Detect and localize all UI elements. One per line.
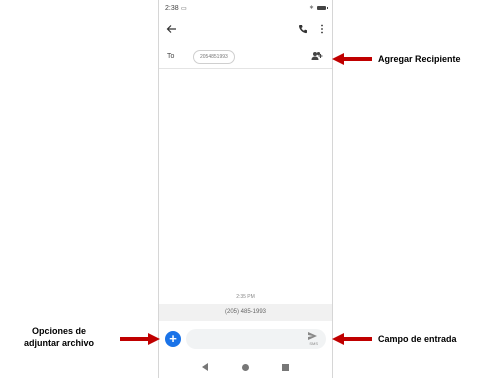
annotation-input: Campo de entrada [378,334,457,344]
arrow-recipient [332,53,372,65]
conversation-number: (205) 485-1993 [224,309,267,315]
phone-screen: 2:38 ▭ ∗ To 2054851993 2:35 PM (205) 485… [158,0,333,378]
arrow-attach [120,333,160,345]
send-icon[interactable] [308,332,317,340]
nav-back-icon[interactable] [201,363,209,371]
annotation-recipient: Agregar Recipiente [378,54,461,64]
conversation-header: (205) 485-1993 [159,304,332,321]
phone-icon[interactable] [298,24,308,34]
sms-label: SMS [309,341,318,346]
message-input[interactable]: SMS [186,329,326,349]
image-icon: ▭ [181,6,187,12]
toolbar [159,20,332,40]
composer-bar: + SMS [159,325,332,353]
recipient-chip[interactable]: 2054851993 [193,50,235,64]
nav-recents-icon[interactable] [282,364,289,371]
attach-button[interactable]: + [165,331,181,347]
arrow-back-icon[interactable] [165,22,179,36]
to-label: To [167,53,175,60]
message-timestamp: 2:35 PM [236,294,255,300]
status-icons: ∗ [308,4,328,11]
annotation-attach-line1: Opciones de [31,326,86,336]
status-bar: 2:38 ▭ ∗ [159,0,332,16]
bluetooth-icon: ∗ [308,5,314,11]
annotation-attach-line2: adjuntar archivo [23,338,95,348]
navigation-bar [159,358,332,378]
battery-icon [317,5,328,10]
annotation-attach: Opciones de adjuntar archivo [0,325,118,349]
arrow-input [332,333,372,345]
nav-home-icon[interactable] [242,364,249,371]
status-time: 2:38 [165,5,179,12]
more-vert-icon[interactable] [320,24,324,34]
add-person-icon[interactable] [311,51,323,61]
recipient-row: To 2054851993 [159,46,332,69]
